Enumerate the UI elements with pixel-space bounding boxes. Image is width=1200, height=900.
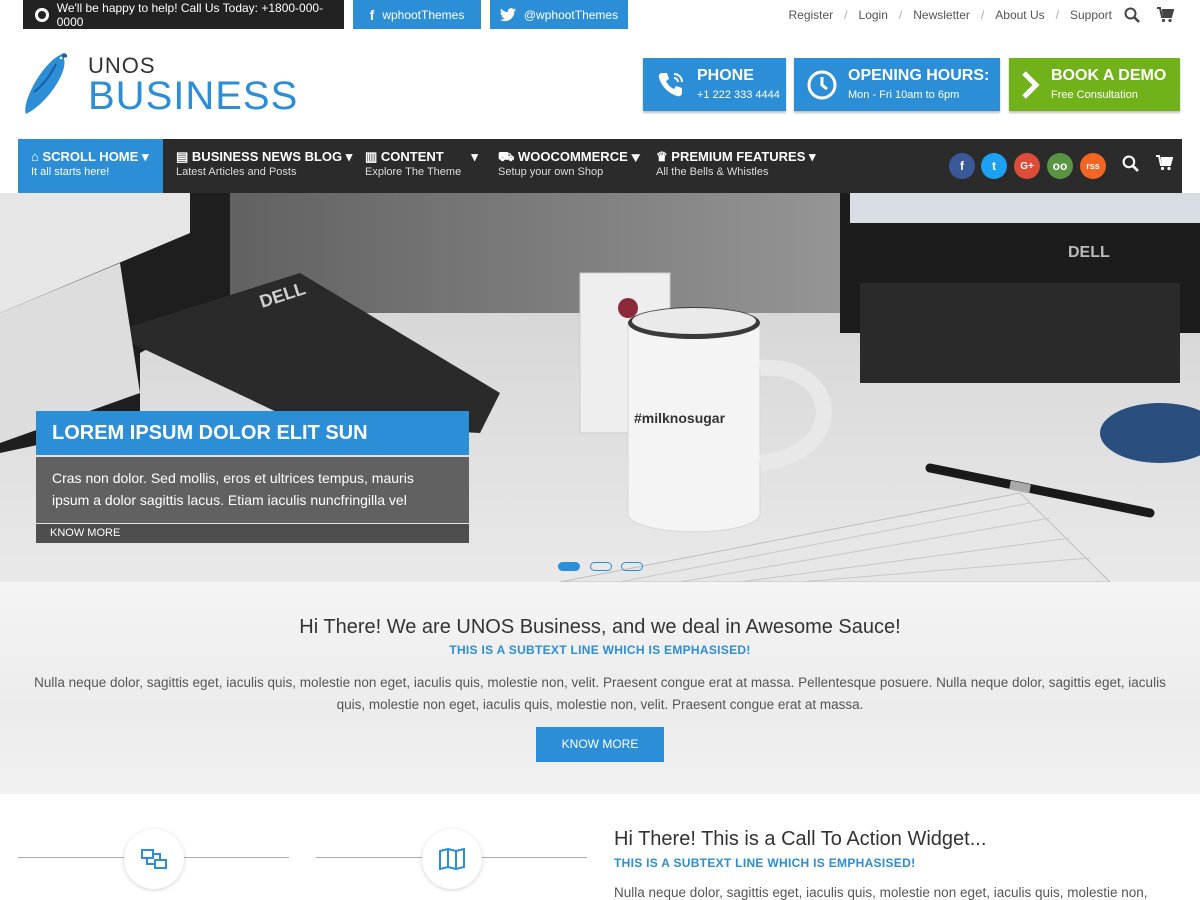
mug-text: #milknosugar	[634, 410, 726, 426]
cta-subtitle: THIS IS A SUBTEXT LINE WHICH IS EMPHASIS…	[614, 856, 916, 870]
chevron-down-icon: ▾	[631, 149, 641, 164]
demo-title: BOOK A DEMO	[1051, 67, 1167, 84]
twitter-icon[interactable]: t	[981, 153, 1007, 179]
nav-sub: It all starts here!	[31, 166, 110, 178]
chevron-down-icon: ▾	[809, 149, 816, 164]
chevron-down-icon: ▾	[345, 149, 353, 164]
home-icon: ⌂	[31, 149, 39, 164]
newsletter-link[interactable]: Newsletter	[913, 8, 970, 22]
separator: /	[1055, 8, 1059, 22]
slide-title: LOREM IPSUM DOLOR ELIT SUN	[36, 411, 469, 455]
network-icon	[141, 849, 167, 869]
nav-title: CONTENT	[380, 149, 444, 164]
search-icon[interactable]	[1122, 155, 1139, 172]
file-icon: ▥	[365, 149, 378, 164]
about-link[interactable]: About Us	[995, 8, 1044, 22]
hours-box[interactable]: OPENING HOURS: Mon - Fri 10am to 6pm	[794, 58, 1000, 111]
cta-title: Hi There! This is a Call To Action Widge…	[614, 828, 987, 850]
help-text: We'll be happy to help! Call Us Today: +…	[56, 0, 324, 29]
intro-know-more-button[interactable]: KNOW MORE	[536, 727, 664, 762]
cart-icon[interactable]	[1156, 155, 1173, 171]
cta-body: Nulla neque dolor, sagittis eget, iaculi…	[614, 885, 1148, 900]
slider-dot-2[interactable]	[590, 562, 612, 571]
slide-know-more-button[interactable]: KNOW MORE	[36, 524, 469, 543]
top-links: Register / Login / Newsletter / About Us / S…	[788, 8, 1112, 22]
nav-sub: Explore The Theme	[365, 166, 462, 178]
logo-big-text[interactable]: BUSINESS	[88, 74, 298, 119]
twitter-link[interactable]: @wphootThemes	[490, 0, 628, 29]
intro-subtitle: THIS IS A SUBTEXT LINE WHICH IS EMPHASIS…	[449, 643, 751, 657]
nav-item-news-blog[interactable]: ▤ BUSINESS NEWS BLOG ▾ Latest Articles a…	[176, 139, 352, 193]
facebook-icon[interactable]: f	[949, 153, 975, 179]
lifebuoy-icon	[35, 7, 49, 22]
cart-icon: ⛟	[498, 149, 515, 164]
rss-icon[interactable]: rss	[1080, 153, 1106, 179]
search-icon[interactable]	[1124, 7, 1140, 23]
nav-sub: Setup your own Shop	[498, 166, 604, 178]
nav-title: SCROLL HOME	[42, 149, 139, 164]
nav-title: WOOCOMMERCE	[517, 149, 628, 164]
hours-sub: Mon - Fri 10am to 6pm	[848, 89, 960, 101]
chevron-down-icon: ▾	[471, 149, 478, 164]
slider-dot-3[interactable]	[621, 562, 643, 571]
login-link[interactable]: Login	[859, 8, 888, 22]
book-demo-button[interactable]: BOOK A DEMO Free Consultation	[1009, 58, 1180, 111]
nav-item-premium-features[interactable]: ♛ PREMIUM FEATURES ▾ All the Bells & Whi…	[656, 139, 816, 193]
slide-text: Cras non dolor. Sed mollis, eros et ultr…	[36, 457, 469, 523]
clock-icon	[807, 70, 837, 99]
nav-item-scroll-home[interactable]: ⌂ SCROLL HOME ▾ It all starts here!	[18, 139, 163, 193]
feature-icon-circle	[124, 829, 184, 889]
separator: /	[980, 8, 985, 22]
tripadvisor-icon[interactable]: oo	[1047, 153, 1073, 179]
trophy-icon: ♛	[656, 149, 668, 164]
phone-icon	[658, 72, 683, 96]
nav-title: BUSINESS NEWS BLOG	[191, 149, 343, 164]
nav-title: PREMIUM FEATURES	[671, 149, 806, 164]
help-bar: We'll be happy to help! Call Us Today: +…	[23, 0, 344, 29]
document-icon: ▤	[176, 149, 189, 164]
facebook-link[interactable]: f wphootThemes	[353, 0, 481, 29]
separator: /	[898, 8, 903, 22]
hero-slider: DELL DELL #milknosugar LOREM IPSUM DOLOR…	[0, 193, 1200, 582]
separator: /	[844, 8, 848, 22]
main-nav: ⌂ SCROLL HOME ▾ It all starts here! ▤ BU…	[18, 139, 1182, 193]
twitter-icon	[499, 7, 516, 21]
nav-item-content[interactable]: ▥ CONTENT ▾ Explore The Theme	[365, 139, 478, 193]
nav-item-woocommerce[interactable]: ⛟ WOOCOMMERCE ▾ Setup your own Shop	[498, 139, 640, 193]
phone-number: +1 222 333 4444	[697, 89, 780, 101]
support-link[interactable]: Support	[1070, 8, 1112, 22]
cart-icon[interactable]	[1157, 7, 1174, 23]
intro-title: Hi There! We are UNOS Business, and we d…	[299, 616, 901, 638]
intro-body: Nulla neque dolor, sagittis eget, iaculi…	[34, 675, 1166, 712]
bird-logo-icon[interactable]	[22, 52, 68, 116]
google-plus-icon[interactable]: G+	[1014, 153, 1040, 179]
intro-section: Hi There! We are UNOS Business, and we d…	[0, 582, 1200, 794]
slider-dot-1[interactable]	[558, 562, 580, 571]
chevron-right-icon	[1022, 70, 1040, 99]
facebook-icon: f	[369, 6, 375, 23]
top-bar: We'll be happy to help! Call Us Today: +…	[0, 0, 1200, 30]
twitter-label: @wphootThemes	[523, 7, 619, 22]
facebook-label: wphootThemes	[382, 7, 465, 22]
hours-title: OPENING HOURS:	[848, 67, 990, 84]
register-link[interactable]: Register	[788, 8, 833, 22]
phone-box[interactable]: PHONE +1 222 333 4444	[643, 58, 786, 111]
demo-sub: Free Consultation	[1051, 89, 1138, 101]
phone-title: PHONE	[697, 67, 754, 84]
chevron-down-icon: ▾	[141, 149, 149, 164]
monitor-brand-right: DELL	[1068, 244, 1110, 261]
nav-sub: Latest Articles and Posts	[176, 166, 297, 178]
nav-sub: All the Bells & Whistles	[656, 166, 769, 178]
feature-icon-circle	[422, 829, 482, 889]
map-icon	[439, 848, 465, 870]
